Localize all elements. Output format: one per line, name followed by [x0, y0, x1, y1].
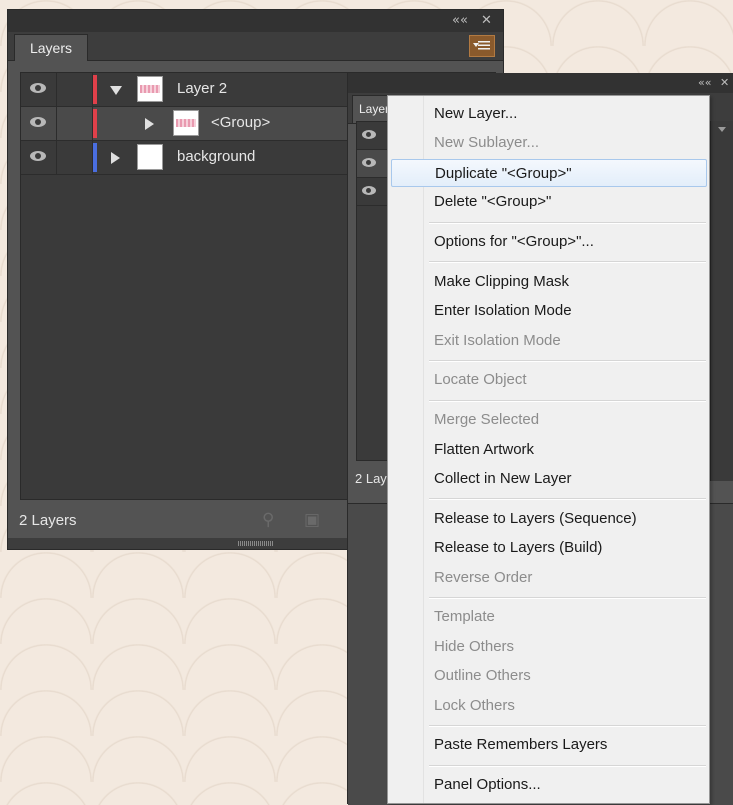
eye-icon — [30, 151, 46, 161]
layers-panel-menu: New Layer... New Sublayer... Duplicate "<G… — [387, 95, 710, 804]
layer-thumbnail — [137, 144, 163, 170]
menu-separator — [429, 399, 706, 402]
collapse-triangle-icon[interactable] — [145, 118, 154, 130]
menu-item-label: Exit Isolation Mode — [434, 331, 561, 349]
menu-separator — [429, 498, 706, 501]
layer-color-indicator — [93, 109, 97, 138]
menu-item-label: New Layer... — [434, 105, 518, 122]
layer-count: 2 Lay — [355, 471, 387, 486]
eye-icon — [30, 117, 46, 127]
menu-item-label: Release to Layers (Sequence) — [434, 509, 637, 527]
menu-item-flatten-artwork[interactable]: Flatten Artwork — [391, 436, 707, 464]
eye-icon[interactable] — [362, 158, 376, 167]
scroll-up-icon[interactable] — [718, 127, 726, 132]
layer-color-indicator — [93, 143, 97, 172]
layer-name: <Group> — [211, 114, 271, 131]
eye-icon[interactable] — [362, 130, 376, 139]
menu-item-label: Duplicate "<Group>" — [435, 164, 572, 182]
menu-item-exit-isolation-mode: Exit Isolation Mode — [391, 327, 707, 355]
menu-item-label: Template — [434, 608, 495, 626]
menu-item-label: Hide Others — [434, 637, 515, 655]
visibility-toggle[interactable] — [21, 107, 57, 141]
panel-control-strip: «« ✕ — [348, 73, 733, 93]
layer-row[interactable] — [357, 178, 389, 206]
menu-item-label: Release to Layers (Build) — [434, 539, 603, 557]
panel-menu-icon — [478, 41, 490, 51]
layer-thumbnail — [137, 76, 163, 102]
menu-item-label: Lock Others — [434, 696, 515, 714]
collapse-panel-icon[interactable]: «« — [452, 13, 468, 29]
menu-item-label: Flatten Artwork — [434, 440, 535, 458]
visibility-toggle[interactable] — [21, 73, 57, 107]
menu-item-label: Options for "<Group>"... — [434, 233, 594, 250]
menu-item-collect-in-new-layer[interactable]: Collect in New Layer — [391, 465, 707, 493]
panel-tab-bar: Layers — [8, 32, 503, 61]
close-panel-icon[interactable]: ✕ — [481, 13, 492, 29]
menu-separator — [429, 725, 706, 727]
layer-count: 2 Layers — [19, 512, 77, 529]
menu-item-new-layer[interactable]: New Layer... — [391, 100, 707, 128]
menu-item-paste-remembers-layers[interactable]: Paste Remembers Layers — [391, 731, 707, 759]
menu-item-label: Locate Object — [434, 371, 527, 389]
menu-item-outline-others: Outline Others — [391, 662, 707, 690]
layer-row[interactable] — [357, 122, 389, 150]
menu-item-delete-group[interactable]: Delete "<Group>" — [391, 188, 707, 216]
menu-item-label: Merge Selected — [434, 411, 540, 429]
tab-layers[interactable]: Layer — [352, 95, 392, 123]
menu-item-enter-isolation-mode[interactable]: Enter Isolation Mode — [391, 297, 707, 325]
menu-item-label: New Sublayer... — [434, 134, 540, 152]
menu-item-reverse-order: Reverse Order — [391, 564, 707, 592]
layers-list — [356, 121, 390, 461]
layer-thumbnail — [173, 110, 199, 136]
eye-icon — [30, 83, 46, 93]
layer-name: background — [177, 148, 256, 165]
menu-item-template: Template — [391, 603, 707, 631]
menu-item-options-for-group[interactable]: Options for "<Group>"... — [391, 228, 707, 256]
make-clipping-mask-icon[interactable]: ▣ — [304, 511, 320, 529]
menu-separator — [429, 360, 706, 362]
menu-separator — [429, 221, 706, 224]
collapse-triangle-icon[interactable] — [111, 152, 120, 164]
menu-item-hide-others: Hide Others — [391, 633, 707, 661]
menu-item-panel-options[interactable]: Panel Options... — [391, 771, 707, 799]
expand-triangle-icon[interactable] — [110, 86, 122, 95]
tab-layers[interactable]: Layers — [14, 34, 88, 61]
menu-item-label: Reverse Order — [434, 568, 533, 586]
menu-separator — [429, 261, 706, 264]
menu-item-label: Paste Remembers Layers — [434, 736, 608, 754]
menu-item-locate-object: Locate Object — [391, 366, 707, 394]
menu-item-release-to-layers-build[interactable]: Release to Layers (Build) — [391, 534, 707, 562]
menu-item-lock-others: Lock Others — [391, 692, 707, 720]
menu-item-label: Panel Options... — [434, 776, 541, 794]
lock-toggle[interactable] — [57, 73, 93, 107]
menu-item-label: Delete "<Group>" — [434, 193, 552, 211]
lock-toggle[interactable] — [57, 107, 93, 141]
layer-color-indicator — [93, 75, 97, 104]
grip-icon — [238, 541, 274, 546]
menu-item-new-sublayer: New Sublayer... — [391, 129, 707, 157]
visibility-toggle[interactable] — [21, 141, 57, 175]
menu-item-label: Make Clipping Mask — [434, 272, 570, 290]
menu-separator — [429, 764, 706, 767]
lock-toggle[interactable] — [57, 141, 93, 175]
menu-item-label: Outline Others — [434, 667, 531, 685]
scroll-strip[interactable] — [710, 121, 733, 481]
collapse-panel-icon[interactable]: «« — [698, 75, 711, 91]
close-panel-icon[interactable]: ✕ — [720, 75, 729, 91]
layer-row[interactable] — [357, 150, 389, 178]
menu-item-make-clipping-mask[interactable]: Make Clipping Mask — [391, 268, 707, 296]
menu-item-label: Collect in New Layer — [434, 470, 572, 487]
menu-item-release-to-layers-sequence[interactable]: Release to Layers (Sequence) — [391, 505, 707, 533]
eye-icon[interactable] — [362, 186, 376, 195]
panel-menu-button[interactable] — [469, 35, 495, 57]
layer-name: Layer 2 — [177, 80, 228, 97]
locate-object-icon[interactable]: ⚲ — [262, 511, 274, 529]
menu-item-label: Enter Isolation Mode — [434, 302, 572, 320]
menu-item-duplicate-group[interactable]: Duplicate "<Group>" — [391, 158, 707, 187]
menu-item-merge-selected: Merge Selected — [391, 406, 707, 434]
menu-separator — [429, 597, 706, 599]
panel-control-strip: «« ✕ — [8, 10, 503, 32]
